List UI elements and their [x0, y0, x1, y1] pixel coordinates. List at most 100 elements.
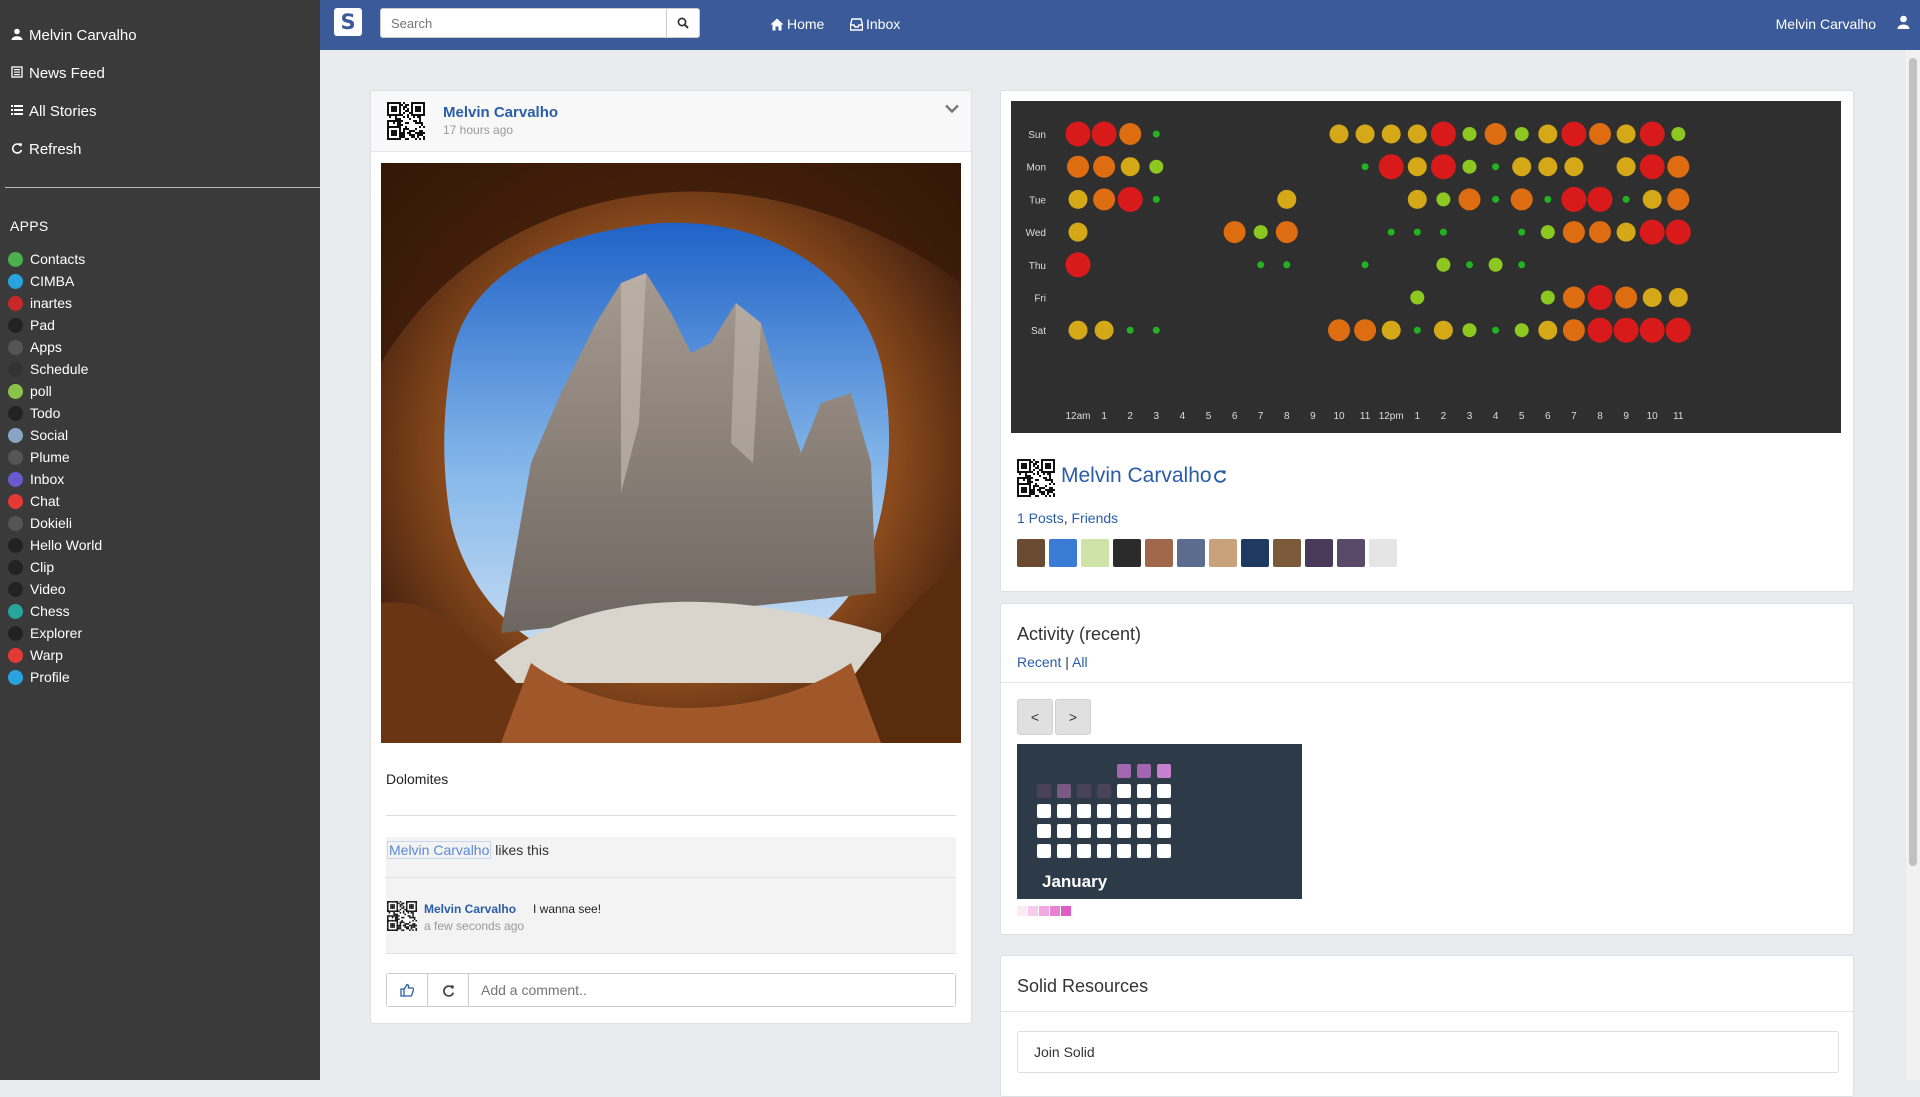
sidebar-item-news-feed[interactable]: News Feed: [0, 54, 320, 92]
row-label: Wed: [1026, 228, 1046, 239]
punchcard-dot: [1639, 317, 1665, 343]
refresh-icon[interactable]: [1213, 469, 1227, 486]
qr-avatar[interactable]: [1017, 459, 1055, 497]
app-icon: [8, 493, 23, 509]
sidebar-item-profile[interactable]: Melvin Carvalho: [0, 16, 320, 54]
search-input[interactable]: [380, 8, 666, 38]
like-button[interactable]: [387, 974, 428, 1006]
sidebar-app-todo[interactable]: Todo: [8, 402, 102, 424]
calendar-day: [1137, 784, 1151, 798]
sidebar-item-all-stories[interactable]: All Stories: [0, 92, 320, 130]
nav-inbox-link[interactable]: Inbox: [850, 16, 900, 32]
sidebar-app-profile[interactable]: Profile: [8, 666, 102, 688]
separator: |: [1061, 654, 1073, 670]
friend-avatar[interactable]: [1049, 539, 1077, 567]
friend-avatar[interactable]: [1337, 539, 1365, 567]
like-author-link[interactable]: Melvin Carvalho: [387, 841, 492, 859]
friend-avatar[interactable]: [1209, 539, 1237, 567]
punchcard-dot: [1514, 127, 1529, 141]
sidebar-app-dokieli[interactable]: Dokieli: [8, 512, 102, 534]
brand-logo[interactable]: S: [334, 8, 362, 36]
punchcard-dot: [1492, 195, 1500, 203]
friend-avatar[interactable]: [1081, 539, 1109, 567]
friend-avatar[interactable]: [1273, 539, 1301, 567]
sidebar-app-inbox[interactable]: Inbox: [8, 468, 102, 490]
join-solid-link[interactable]: Join Solid: [1034, 1044, 1095, 1060]
friend-avatar[interactable]: [1369, 539, 1397, 567]
calendar-day: [1077, 784, 1091, 798]
next-button[interactable]: >: [1055, 699, 1091, 735]
qr-avatar[interactable]: [387, 102, 425, 140]
tab-all[interactable]: All: [1072, 654, 1088, 670]
tab-recent[interactable]: Recent: [1017, 654, 1061, 670]
column-label: 10: [1647, 411, 1659, 422]
search-button[interactable]: [666, 8, 700, 38]
qr-avatar[interactable]: [387, 901, 417, 931]
previous-button[interactable]: <: [1017, 699, 1053, 735]
sidebar-app-hello-world[interactable]: Hello World: [8, 534, 102, 556]
comment-input[interactable]: [469, 974, 955, 1006]
app-label: Contacts: [30, 251, 86, 267]
sidebar-app-video[interactable]: Video: [8, 578, 102, 600]
profile-name-link[interactable]: Melvin Carvalho: [1061, 464, 1212, 488]
posts-link[interactable]: 1 Posts: [1017, 510, 1064, 526]
sidebar-app-pad[interactable]: Pad: [8, 314, 102, 336]
app-label: CIMBA: [30, 273, 75, 289]
punchcard-dot: [1257, 261, 1265, 269]
sidebar-app-apps[interactable]: Apps: [8, 336, 102, 358]
friend-avatar[interactable]: [1305, 539, 1333, 567]
friend-avatar[interactable]: [1145, 539, 1173, 567]
sidebar-app-contacts[interactable]: Contacts: [8, 248, 102, 270]
app-label: inartes: [30, 295, 73, 311]
sidebar-app-warp[interactable]: Warp: [8, 644, 102, 666]
sidebar-app-chess[interactable]: Chess: [8, 600, 102, 622]
sidebar-item-label: Refresh: [29, 140, 82, 158]
app-label: Video: [30, 581, 66, 597]
user-icon[interactable]: [1897, 15, 1910, 32]
friend-avatar[interactable]: [1113, 539, 1141, 567]
nav-home-link[interactable]: Home: [770, 16, 824, 32]
sidebar-item-refresh[interactable]: Refresh: [0, 130, 320, 168]
sidebar-app-poll[interactable]: poll: [8, 380, 102, 402]
friend-avatar[interactable]: [1177, 539, 1205, 567]
sidebar-app-clip[interactable]: Clip: [8, 556, 102, 578]
friends-link[interactable]: Friends: [1071, 510, 1118, 526]
sidebar-item-label: All Stories: [29, 102, 97, 120]
punchcard-dot: [1622, 195, 1630, 203]
nav-user-link[interactable]: Melvin Carvalho: [1776, 16, 1876, 32]
page-scrollbar[interactable]: [1906, 50, 1920, 1080]
sidebar-app-plume[interactable]: Plume: [8, 446, 102, 468]
sidebar-app-social[interactable]: Social: [8, 424, 102, 446]
apps-heading: APPS: [10, 218, 49, 234]
comment-bar: [386, 973, 956, 1007]
share-button[interactable]: [428, 974, 469, 1006]
calendar-heatmap: January: [1017, 744, 1302, 899]
sidebar-app-chat[interactable]: Chat: [8, 490, 102, 512]
punchcard-dot: [1413, 228, 1421, 236]
post-author-link[interactable]: Melvin Carvalho: [443, 104, 558, 121]
sidebar-app-explorer[interactable]: Explorer: [8, 622, 102, 644]
column-label: 6: [1545, 411, 1551, 422]
punchcard-dot: [1562, 221, 1585, 244]
app-icon: [8, 361, 23, 377]
app-label: Todo: [30, 405, 61, 421]
friend-avatar[interactable]: [1241, 539, 1269, 567]
chevron-down-icon[interactable]: [945, 101, 959, 119]
column-label: 9: [1310, 411, 1316, 422]
punchcard-dot: [1430, 121, 1456, 147]
punchcard-dot: [1065, 252, 1091, 278]
column-label: 2: [1127, 411, 1133, 422]
row-label: Thu: [1029, 261, 1046, 272]
join-solid-item[interactable]: Join Solid: [1017, 1031, 1839, 1073]
sidebar-app-inartes[interactable]: inartes: [8, 292, 102, 314]
comment-author-link[interactable]: Melvin Carvalho: [424, 902, 516, 916]
post-header: Melvin Carvalho 17 hours ago: [371, 91, 971, 152]
friend-avatar[interactable]: [1017, 539, 1045, 567]
resources-title: Solid Resources: [1017, 976, 1149, 996]
punchcard-dot: [1149, 159, 1164, 174]
sidebar-app-schedule[interactable]: Schedule: [8, 358, 102, 380]
column-label: 3: [1154, 411, 1160, 422]
sidebar-app-cimba[interactable]: CIMBA: [8, 270, 102, 292]
scrollbar-thumb[interactable]: [1909, 58, 1917, 866]
punchcard-dot: [1488, 257, 1503, 272]
